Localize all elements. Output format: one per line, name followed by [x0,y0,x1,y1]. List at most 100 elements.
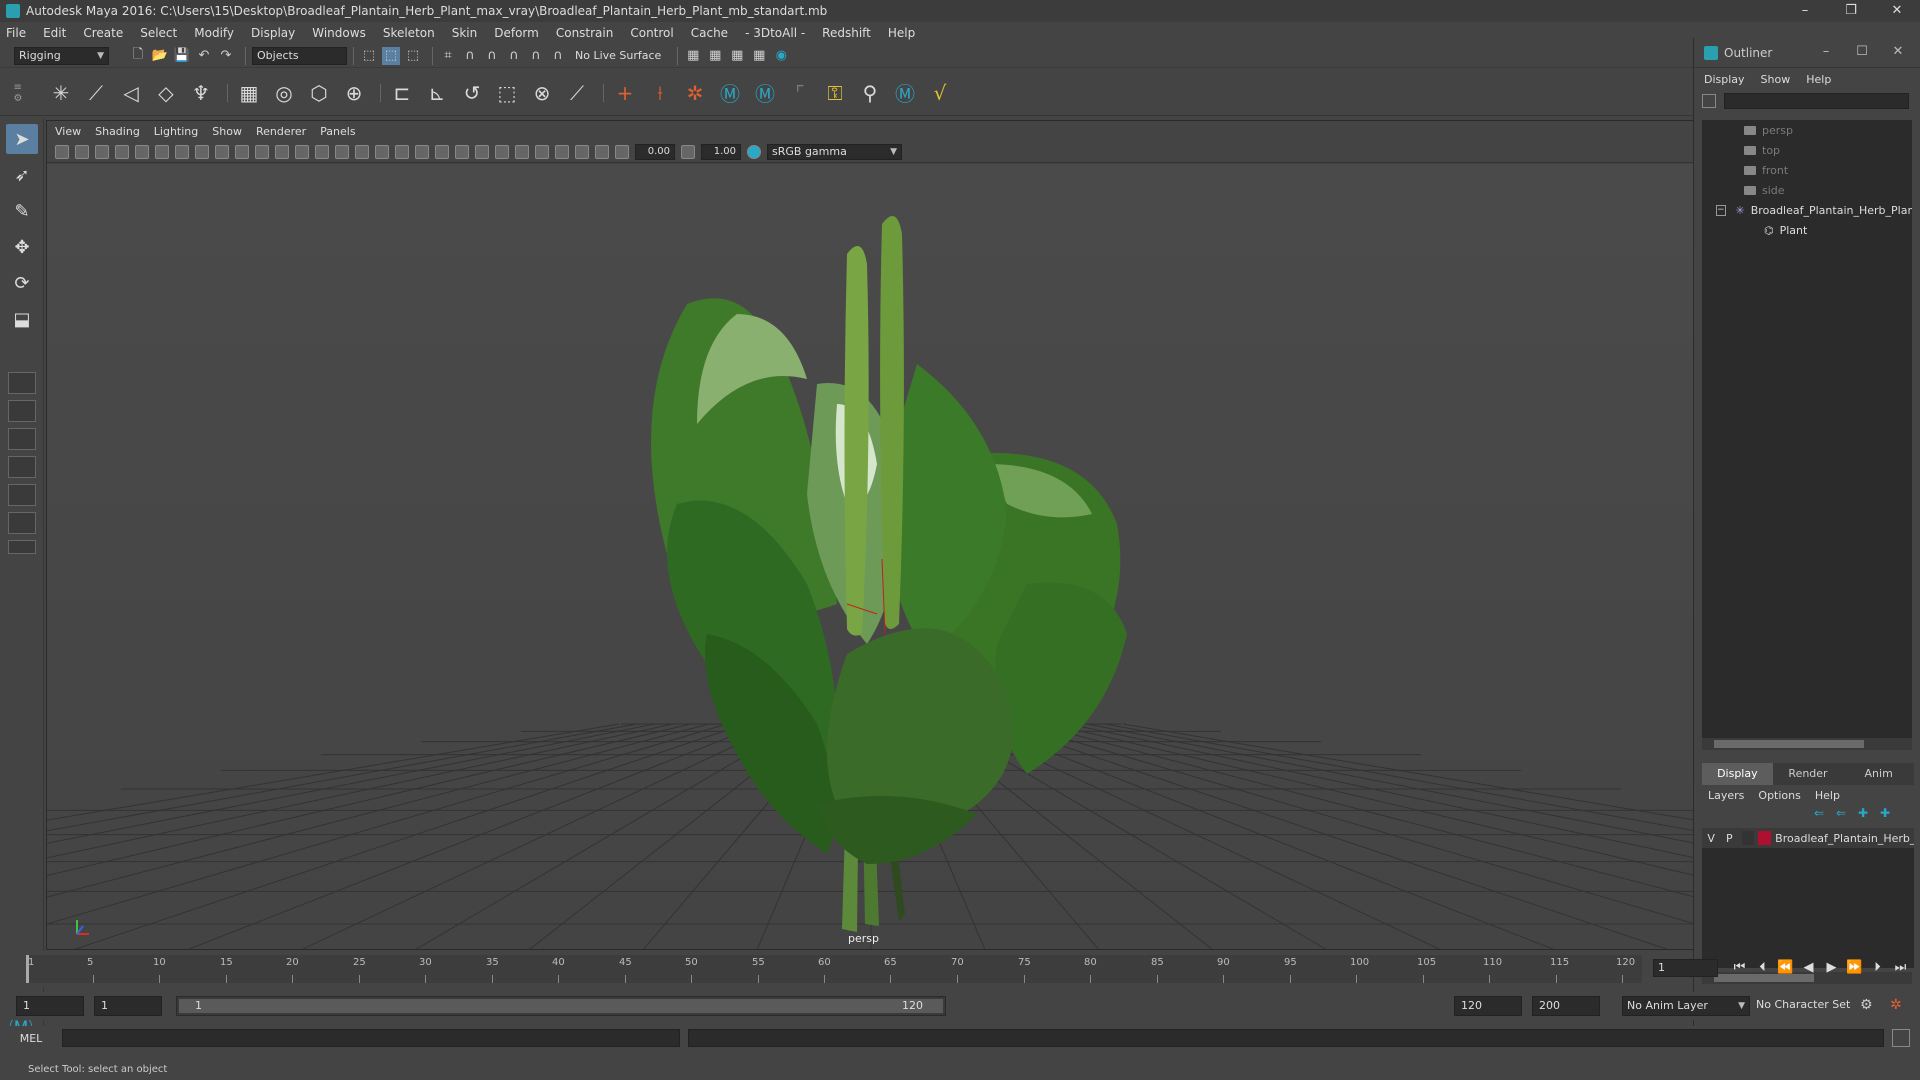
animation-preferences-icon[interactable]: ✲ [1890,997,1902,1013]
persp-uv-layout-icon[interactable] [8,512,36,534]
outliner-menu-show[interactable]: Show [1761,73,1791,86]
camera-select-icon[interactable] [55,144,69,159]
exposure-field[interactable]: 0.00 [635,143,675,160]
collapse-toolbox-icon[interactable] [8,540,36,554]
ik-handle-icon[interactable]: ⟋ [81,78,111,108]
orient-constraint-icon[interactable]: ✲ [680,78,710,108]
bind-skin-icon[interactable]: ⊏ [387,78,417,108]
wireframe-icon[interactable] [315,144,329,159]
script-language-label[interactable]: MEL [0,1032,62,1045]
go-to-start-icon[interactable]: ⏮ [1728,960,1751,975]
lattice-icon[interactable]: ◎ [269,78,299,108]
tab-display[interactable]: Display [1702,763,1773,785]
snap-view-icon[interactable]: ∩ [505,47,523,65]
open-scene-icon[interactable]: 📂 [151,47,169,65]
textured-icon[interactable] [395,144,409,159]
perspective-viewport[interactable]: View Shading Lighting Show Renderer Pane… [46,120,1694,950]
selection-mode-dropdown[interactable]: Objects [252,46,347,65]
menu-edit[interactable]: Edit [43,26,66,40]
anim-layer-dropdown[interactable]: No Anim Layer ▼ [1622,996,1750,1016]
four-view-layout-icon[interactable] [8,400,36,422]
move-layer-up-icon[interactable]: ⇐ [1814,806,1836,820]
animation-end-field[interactable]: 200 [1532,996,1600,1016]
snap-point-icon[interactable]: ∩ [483,47,501,65]
paint-select-icon[interactable]: ✎ [6,196,38,226]
point-constraint-icon[interactable]: + [610,78,640,108]
anti-aliasing-icon[interactable] [495,144,509,159]
lights-icon[interactable] [415,144,429,159]
image-plane-icon[interactable] [115,144,129,159]
outliner-item-group[interactable]: − ✳ Broadleaf_Plantain_Herb_Plant [1702,200,1912,220]
safe-title-icon[interactable] [295,144,309,159]
outliner-minimize-button[interactable]: – [1808,44,1844,59]
menu-windows[interactable]: Windows [312,26,366,40]
cluster-icon[interactable]: ▦ [234,78,264,108]
exposure-icon[interactable] [615,144,629,159]
live-surface-label[interactable]: No Live Surface [575,49,661,62]
orient-joint-icon[interactable]: ◇ [151,78,181,108]
persp-graph-layout-icon[interactable] [8,456,36,478]
grease-pencil-icon[interactable] [155,144,169,159]
menu-create[interactable]: Create [83,26,123,40]
hypershade-layout-icon[interactable] [8,484,36,506]
two-d-pan-icon[interactable] [135,144,149,159]
lasso-tool-icon[interactable]: ➶ [6,160,38,190]
viewport-menu-renderer[interactable]: Renderer [256,125,306,138]
snap-plane-icon[interactable]: ∩ [549,47,567,65]
maximize-button[interactable]: ❐ [1828,0,1874,22]
select-component-icon[interactable]: ⬚ [404,47,422,65]
playback-start-field[interactable]: 1 [94,996,162,1016]
mirror-weights-icon[interactable]: ⊗ [527,78,557,108]
color-management-icon[interactable] [747,144,761,159]
snap-curve-icon[interactable]: ∩ [461,47,479,65]
scale-tool-icon[interactable]: ⬓ [6,304,38,334]
outliner-maximize-button[interactable]: ☐ [1844,44,1880,59]
menu-cache[interactable]: Cache [691,26,728,40]
layer-menu-options[interactable]: Options [1758,789,1800,802]
play-forward-icon[interactable]: ▶ [1820,960,1843,975]
maya-m2-icon[interactable]: Ⓜ [750,78,780,108]
time-slider[interactable]: 1 5 10 15 20 25 30 35 40 45 50 55 60 65 70 75 80 85 90 95 10… [0,951,1906,987]
single-perspective-layout-icon[interactable] [8,372,36,394]
render-current-icon[interactable]: ▦ [728,47,746,65]
outliner-item-front[interactable]: front [1702,160,1912,180]
menu-modify[interactable]: Modify [194,26,234,40]
set-key-icon[interactable]: ⚲ [855,78,885,108]
outliner-item-top[interactable]: top [1702,140,1912,160]
outliner-item-plant[interactable]: ⌬ Plant [1702,220,1912,240]
snap-grid-icon[interactable]: ⌗ [439,47,457,65]
new-layer-selected-icon[interactable]: ✚ [1880,806,1902,820]
scrollbar-thumb[interactable] [1714,974,1814,982]
ambient-occlusion-icon[interactable] [455,144,469,159]
move-tool-icon[interactable]: ✥ [6,232,38,262]
menu-control[interactable]: Control [630,26,673,40]
range-slider-handle[interactable] [179,999,943,1013]
select-hierarchy-icon[interactable]: ⬚ [360,47,378,65]
film-gate-icon[interactable] [195,144,209,159]
layer-display-type[interactable] [1742,831,1754,845]
playback-end-field[interactable]: 120 [1454,996,1522,1016]
ik-spline-icon[interactable]: ◁ [116,78,146,108]
shadows-icon[interactable] [435,144,449,159]
outliner-close-button[interactable]: ✕ [1880,44,1916,59]
refresh-icon[interactable] [1702,94,1716,108]
outliner-item-side[interactable]: side [1702,180,1912,200]
layer-row[interactable]: V P Broadleaf_Plantain_Herb_Plant [1702,828,1914,848]
resolution-gate-icon[interactable] [215,144,229,159]
camera-attr-icon[interactable] [75,144,89,159]
script-editor-icon[interactable] [1892,1029,1910,1047]
select-object-icon[interactable]: ⬚ [382,46,400,65]
viewport-menu-panels[interactable]: Panels [320,125,355,138]
xray-icon[interactable] [555,144,569,159]
menu-file[interactable]: File [6,26,26,40]
depth-of-field-icon[interactable] [515,144,529,159]
menu-display[interactable]: Display [251,26,295,40]
viewport-menu-shading[interactable]: Shading [95,125,140,138]
tab-render[interactable]: Render [1772,763,1844,785]
redo-icon[interactable]: ↷ [217,47,235,65]
snap-surface-icon[interactable]: ∩ [527,47,545,65]
paint-weights-icon[interactable]: ⬚ [492,78,522,108]
aim-constraint-icon[interactable]: ⟊ [645,78,675,108]
copy-weights-icon[interactable]: ⟋ [562,78,592,108]
outliner-menu-help[interactable]: Help [1806,73,1831,86]
